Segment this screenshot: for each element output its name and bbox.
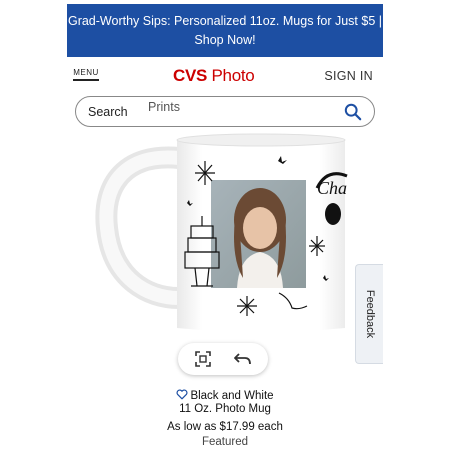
product-image[interactable]: Cha: [67, 128, 383, 338]
undo-icon[interactable]: [234, 350, 252, 368]
search-bar[interactable]: Search Prints: [75, 96, 375, 127]
promo-line-2: Shop Now!: [194, 33, 256, 47]
cvs-photo-logo[interactable]: CVS Photo: [173, 66, 255, 86]
promo-line-1: Grad-Worthy Sips: Personalized 11oz. Mug…: [67, 14, 383, 28]
feedback-tab[interactable]: Feedback: [355, 264, 383, 364]
product-name-line-2: 11 Oz. Photo Mug: [179, 402, 271, 415]
product-name-line-1: Black and White: [190, 390, 274, 402]
sign-in-link[interactable]: SIGN IN: [324, 69, 373, 83]
mug-preview: Cha: [95, 133, 348, 332]
site-header: MENU CVS Photo SIGN IN: [67, 62, 383, 92]
feedback-label: Feedback: [363, 289, 376, 339]
logo-product: Photo: [211, 66, 255, 85]
app-frame: Grad-Worthy Sips: Personalized 11oz. Mug…: [67, 0, 383, 450]
featured-badge: Featured: [201, 435, 249, 448]
menu-label: MENU: [73, 68, 99, 77]
promo-banner[interactable]: Grad-Worthy Sips: Personalized 11oz. Mug…: [67, 4, 383, 57]
expand-icon[interactable]: [194, 350, 212, 368]
search-label: Search: [88, 105, 128, 119]
logo-brand: CVS: [173, 66, 208, 85]
image-toolbar: [178, 343, 268, 375]
heart-icon[interactable]: [176, 389, 188, 400]
product-price: As low as $17.99 each: [167, 421, 283, 433]
product-title[interactable]: Black and White: [67, 389, 383, 403]
menu-button[interactable]: MENU: [73, 68, 99, 81]
product-info: Black and White 11 Oz. Photo Mug As low …: [67, 389, 383, 448]
search-input[interactable]: Prints: [148, 100, 180, 114]
hamburger-icon: [73, 79, 99, 81]
search-icon[interactable]: [344, 103, 362, 121]
mug-art-text: Cha: [317, 178, 347, 198]
